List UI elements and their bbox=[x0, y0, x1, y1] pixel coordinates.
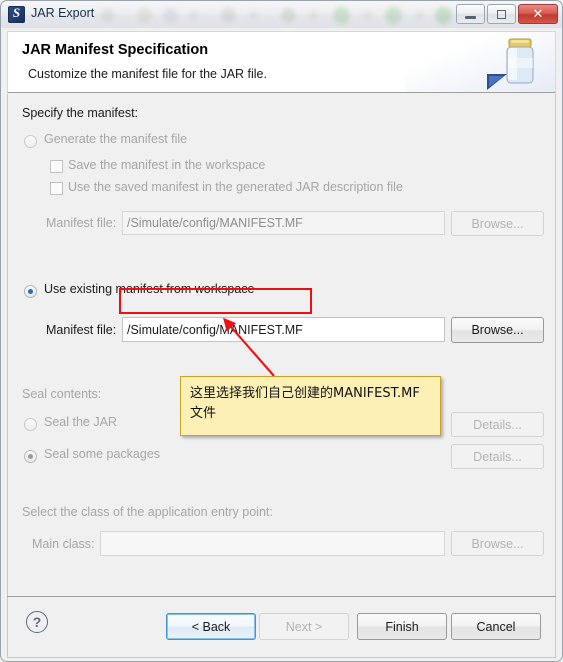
restore-icon bbox=[488, 5, 515, 23]
jar-export-app-icon: S bbox=[8, 5, 25, 23]
browse-button-main-class[interactable]: Browse... bbox=[451, 531, 544, 556]
wizard-header: JAR Manifest Specification Customize the… bbox=[7, 31, 556, 93]
minimize-icon bbox=[457, 5, 484, 23]
help-icon[interactable]: ? bbox=[26, 611, 48, 633]
details-button-seal-packages[interactable]: Details... bbox=[451, 444, 544, 469]
background-desktop-icons bbox=[101, 3, 495, 28]
annotation-callout: 这里选择我们自己创建的MANIFEST.MF 文件 bbox=[180, 376, 441, 436]
main-class-input[interactable] bbox=[100, 531, 445, 556]
callout-line-1: 这里选择我们自己创建的MANIFEST.MF bbox=[190, 386, 420, 401]
maximize-button[interactable] bbox=[487, 4, 516, 24]
finish-button[interactable]: Finish bbox=[357, 613, 447, 640]
radio-seal-the-jar-label: Seal the JAR bbox=[44, 415, 117, 429]
checkbox-use-saved-manifest-label: Use the saved manifest in the generated … bbox=[68, 180, 403, 194]
radio-generate-manifest[interactable] bbox=[24, 135, 37, 148]
radio-seal-some-packages-label: Seal some packages bbox=[44, 447, 161, 461]
radio-generate-manifest-label: Generate the manifest file bbox=[44, 132, 188, 146]
jar-export-dialog-window: S JAR Export ✕ JAR Manifest Specificatio… bbox=[0, 0, 563, 662]
app-icon-glyph: S bbox=[12, 5, 21, 20]
radio-use-existing-manifest-label: Use existing manifest from workspace bbox=[44, 282, 255, 296]
callout-line-2: 文件 bbox=[190, 406, 217, 422]
radio-use-existing-manifest[interactable] bbox=[24, 285, 37, 298]
close-icon: ✕ bbox=[532, 6, 544, 21]
wizard-content: Specify the manifest: Generate the manif… bbox=[7, 94, 556, 596]
minimize-button[interactable] bbox=[456, 4, 485, 24]
radio-seal-the-jar[interactable] bbox=[24, 418, 37, 431]
seal-contents-label: Seal contents: bbox=[22, 387, 102, 401]
close-button[interactable]: ✕ bbox=[518, 4, 558, 24]
next-button[interactable]: Next > bbox=[259, 613, 349, 640]
checkbox-use-saved-manifest[interactable] bbox=[50, 182, 63, 195]
radio-seal-some-packages[interactable] bbox=[24, 450, 37, 463]
main-class-label: Main class: bbox=[32, 537, 95, 551]
details-button-seal-jar[interactable]: Details... bbox=[451, 412, 544, 437]
page-subtitle: Customize the manifest file for the JAR … bbox=[28, 67, 267, 81]
title-bar: S JAR Export ✕ bbox=[0, 0, 563, 28]
manifest-file-input[interactable]: /Simulate/config/MANIFEST.MF bbox=[122, 317, 445, 342]
entry-point-label: Select the class of the application entr… bbox=[22, 505, 273, 519]
dialog-footer: ? < Back Next > Finish Cancel bbox=[7, 597, 556, 658]
manifest-file-label-disabled: Manifest file: bbox=[46, 216, 117, 230]
manifest-file-label: Manifest file: bbox=[46, 323, 117, 337]
page-title: JAR Manifest Specification bbox=[22, 42, 209, 58]
checkbox-save-manifest-workspace-label: Save the manifest in the workspace bbox=[68, 158, 266, 172]
back-button[interactable]: < Back bbox=[166, 613, 256, 640]
jar-icon bbox=[487, 38, 534, 90]
manifest-file-input-disabled[interactable]: /Simulate/config/MANIFEST.MF bbox=[122, 211, 445, 235]
window-title: JAR Export bbox=[31, 6, 95, 20]
dialog-body: JAR Manifest Specification Customize the… bbox=[0, 28, 563, 662]
cancel-button[interactable]: Cancel bbox=[451, 613, 541, 640]
specify-manifest-label: Specify the manifest: bbox=[22, 106, 139, 120]
browse-button-manifest[interactable]: Browse... bbox=[451, 317, 544, 343]
checkbox-save-manifest-workspace[interactable] bbox=[50, 160, 63, 173]
browse-button-disabled[interactable]: Browse... bbox=[451, 211, 544, 236]
